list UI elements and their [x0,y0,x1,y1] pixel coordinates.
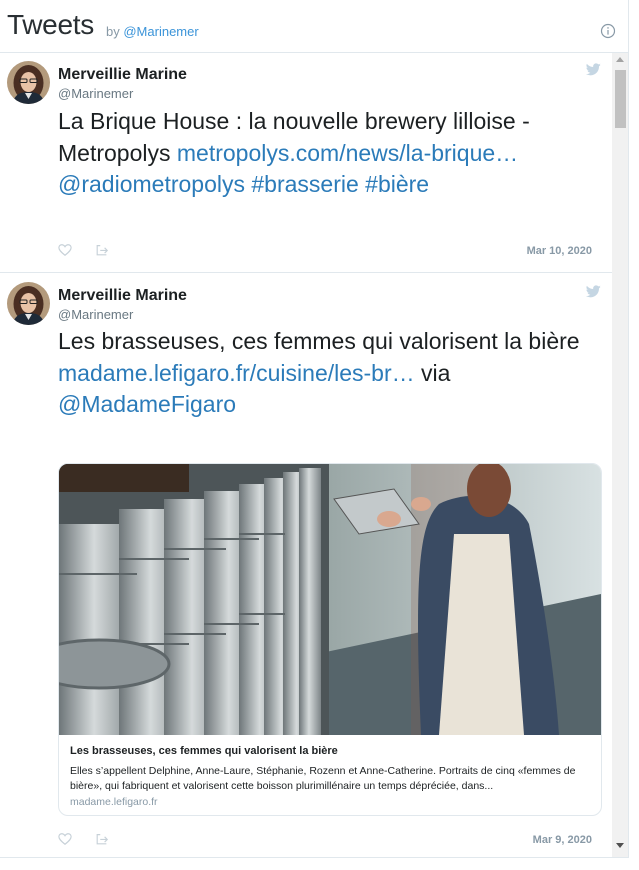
author-handle[interactable]: @Marinemer [58,307,133,322]
tweet[interactable]: Merveillie Marine @Marinemer La Brique H… [0,53,612,273]
twitter-bird-icon[interactable] [586,63,601,76]
avatar[interactable] [7,282,50,325]
timeline-header: Tweets by @Marinemer [0,0,628,53]
scrollbar[interactable] [612,53,628,857]
link-card[interactable]: Les brasseuses, ces femmes qui valorisen… [58,463,602,816]
tweet-text: La Brique House : la nouvelle brewery li… [58,106,598,201]
scroll-up-arrow-icon[interactable] [616,57,624,62]
card-domain[interactable]: madame.lefigaro.fr [70,796,158,808]
timeline-byline: by @Marinemer [106,24,199,39]
share-icon[interactable] [95,243,109,257]
heart-icon[interactable] [58,243,72,257]
card-image[interactable] [59,464,601,735]
scroll-down-arrow-icon[interactable] [616,843,624,848]
twitter-bird-icon[interactable] [586,285,601,298]
byline-prefix: by [106,24,120,39]
tweet-date[interactable]: Mar 10, 2020 [527,245,592,257]
tweet-text: Les brasseuses, ces femmes qui valorisen… [58,326,598,421]
hashtag-link[interactable]: #bière [365,171,429,197]
tweet-text-segment: Les brasseuses, ces femmes qui valorisen… [58,328,580,354]
hashtag-link[interactable]: #brasserie [251,171,358,197]
tweet-actions: Mar 9, 2020 [58,832,602,848]
avatar[interactable] [7,61,50,104]
author-name[interactable]: Merveillie Marine [58,66,187,84]
tweet-list[interactable]: Merveillie Marine @Marinemer La Brique H… [0,53,612,857]
scrollbar-thumb[interactable] [615,70,626,128]
byline-handle-link[interactable]: @Marinemer [123,24,198,39]
card-title[interactable]: Les brasseuses, ces femmes qui valorisen… [70,745,338,757]
author-handle[interactable]: @Marinemer [58,86,133,101]
tweet-link[interactable]: madame.lefigaro.fr/cuisine/les-br… [58,360,415,386]
heart-icon[interactable] [58,832,72,846]
mention-link[interactable]: @radiometropolys [58,171,245,197]
info-icon[interactable] [600,23,616,39]
card-description: Elles s’appellent Delphine, Anne-Laure, … [70,765,576,792]
share-icon[interactable] [95,832,109,846]
tweet-date[interactable]: Mar 9, 2020 [533,834,592,846]
tweet-actions: Mar 10, 2020 [58,243,602,259]
timeline-widget: Tweets by @Marinemer Merveillie Marine @… [0,0,629,858]
tweet-text-segment: via [414,359,451,386]
tweet-link[interactable]: metropolys.com/news/la-brique… [177,140,518,166]
tweet[interactable]: Merveillie Marine @Marinemer Les brasseu… [0,273,612,857]
timeline-title: Tweets [7,9,94,40]
author-name[interactable]: Merveillie Marine [58,287,187,305]
mention-link[interactable]: @MadameFigaro [58,391,236,417]
